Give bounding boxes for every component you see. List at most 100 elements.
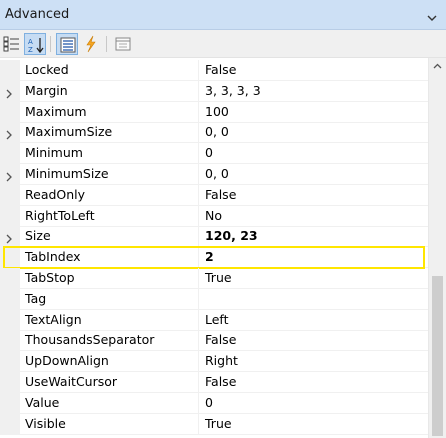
- property-row[interactable]: UseWaitCursor False: [0, 372, 428, 393]
- property-name: Value: [25, 394, 60, 410]
- property-row[interactable]: Size 120, 23: [0, 226, 428, 248]
- property-pages-button[interactable]: [112, 33, 134, 55]
- row-gutter: [0, 184, 20, 206]
- column-divider[interactable]: [198, 413, 199, 435]
- expand-chevron-icon[interactable]: [5, 128, 13, 140]
- property-name: Minimum: [25, 145, 83, 161]
- row-gutter: [0, 60, 20, 81]
- property-name: TextAlign: [25, 311, 82, 327]
- alphabetical-button[interactable]: A Z: [24, 33, 46, 55]
- property-row[interactable]: Minimum 0: [0, 143, 428, 165]
- property-value[interactable]: True: [205, 416, 232, 431]
- property-row[interactable]: Tag: [0, 288, 428, 310]
- property-row[interactable]: TabIndex 2: [0, 247, 428, 269]
- property-value[interactable]: 120, 23: [205, 228, 258, 243]
- vertical-scrollbar[interactable]: [428, 58, 446, 438]
- property-value[interactable]: 100: [205, 104, 229, 119]
- property-row[interactable]: ReadOnly False: [0, 184, 428, 206]
- toolbar-separator: [50, 36, 51, 52]
- property-value[interactable]: False: [205, 332, 236, 347]
- column-divider[interactable]: [198, 184, 199, 206]
- svg-text:Z: Z: [28, 46, 33, 54]
- column-divider[interactable]: [198, 392, 199, 414]
- column-divider[interactable]: [198, 288, 199, 310]
- column-divider[interactable]: [198, 101, 199, 123]
- categorized-button[interactable]: [1, 33, 23, 55]
- property-name: ReadOnly: [25, 186, 86, 202]
- property-name: Size: [25, 228, 51, 244]
- column-divider[interactable]: [198, 268, 199, 289]
- property-value[interactable]: 0: [205, 395, 213, 410]
- property-value[interactable]: Right: [205, 353, 238, 368]
- events-button[interactable]: [80, 33, 102, 55]
- chevron-up-icon: [433, 63, 442, 69]
- property-row[interactable]: Maximum 100: [0, 101, 428, 123]
- row-gutter: [0, 101, 20, 123]
- properties-button[interactable]: [56, 33, 78, 55]
- property-row[interactable]: TextAlign Left: [0, 309, 428, 331]
- column-divider[interactable]: [198, 309, 199, 331]
- column-divider[interactable]: [198, 80, 199, 102]
- property-value[interactable]: False: [205, 374, 236, 389]
- property-value[interactable]: True: [205, 270, 232, 285]
- property-row[interactable]: Locked False: [0, 60, 428, 81]
- column-divider[interactable]: [198, 164, 199, 185]
- row-gutter: [0, 330, 20, 352]
- expand-chevron-icon[interactable]: [5, 87, 13, 99]
- column-divider[interactable]: [198, 226, 199, 248]
- dropdown-arrow-icon[interactable]: [426, 9, 438, 21]
- row-gutter: [0, 372, 20, 393]
- property-value[interactable]: 2: [205, 249, 214, 264]
- property-toolbar: A Z: [0, 30, 446, 58]
- property-value[interactable]: False: [205, 62, 236, 77]
- column-divider[interactable]: [198, 351, 199, 373]
- row-gutter: [0, 143, 20, 165]
- column-divider[interactable]: [198, 143, 199, 165]
- column-divider[interactable]: [198, 122, 199, 144]
- expand-chevron-icon[interactable]: [5, 232, 13, 244]
- property-row[interactable]: UpDownAlign Right: [0, 351, 428, 373]
- column-divider[interactable]: [198, 330, 199, 352]
- properties-icon: [60, 37, 76, 53]
- row-gutter: [0, 288, 20, 310]
- property-value[interactable]: False: [205, 187, 236, 202]
- property-value[interactable]: Left: [205, 312, 229, 327]
- property-value[interactable]: 0: [205, 145, 213, 160]
- scroll-up-button[interactable]: [429, 58, 446, 75]
- property-name: TabStop: [25, 270, 75, 285]
- property-name: ThousandsSeparator: [25, 332, 155, 348]
- property-row[interactable]: Margin 3, 3, 3, 3: [0, 80, 428, 102]
- property-value[interactable]: 0, 0: [205, 124, 229, 139]
- row-gutter: [0, 268, 20, 289]
- property-name: Tag: [25, 290, 47, 306]
- property-name: Maximum: [25, 103, 87, 119]
- property-pages-icon: [115, 37, 131, 51]
- expand-chevron-icon[interactable]: [5, 170, 13, 182]
- property-name: UseWaitCursor: [25, 374, 118, 389]
- property-row[interactable]: ThousandsSeparator False: [0, 330, 428, 352]
- property-name: UpDownAlign: [25, 353, 109, 369]
- property-row[interactable]: RightToLeft No: [0, 205, 428, 227]
- property-value[interactable]: 3, 3, 3, 3: [205, 83, 261, 98]
- property-row[interactable]: TabStop True: [0, 268, 428, 289]
- property-value[interactable]: No: [205, 208, 222, 223]
- row-gutter: [0, 413, 20, 435]
- property-name: MinimumSize: [25, 166, 109, 181]
- column-divider[interactable]: [198, 205, 199, 227]
- column-divider[interactable]: [198, 60, 199, 81]
- properties-panel: Advanced A Z Locked False Margin 3, 3, 3…: [0, 0, 446, 438]
- property-row[interactable]: MinimumSize 0, 0: [0, 164, 428, 185]
- row-gutter: [0, 392, 20, 414]
- row-gutter: [0, 351, 20, 373]
- property-name: MaximumSize: [25, 124, 113, 140]
- column-divider[interactable]: [198, 372, 199, 393]
- scroll-thumb[interactable]: [432, 276, 443, 436]
- property-row[interactable]: MaximumSize 0, 0: [0, 122, 428, 144]
- row-separator: [20, 433, 428, 435]
- property-row[interactable]: Value 0: [0, 392, 428, 414]
- toolbar-separator: [106, 36, 107, 52]
- property-row[interactable]: Visible True: [0, 413, 428, 435]
- property-value[interactable]: 0, 0: [205, 166, 229, 181]
- sort-alphabetical-icon: A Z: [28, 38, 44, 54]
- column-divider[interactable]: [198, 247, 199, 269]
